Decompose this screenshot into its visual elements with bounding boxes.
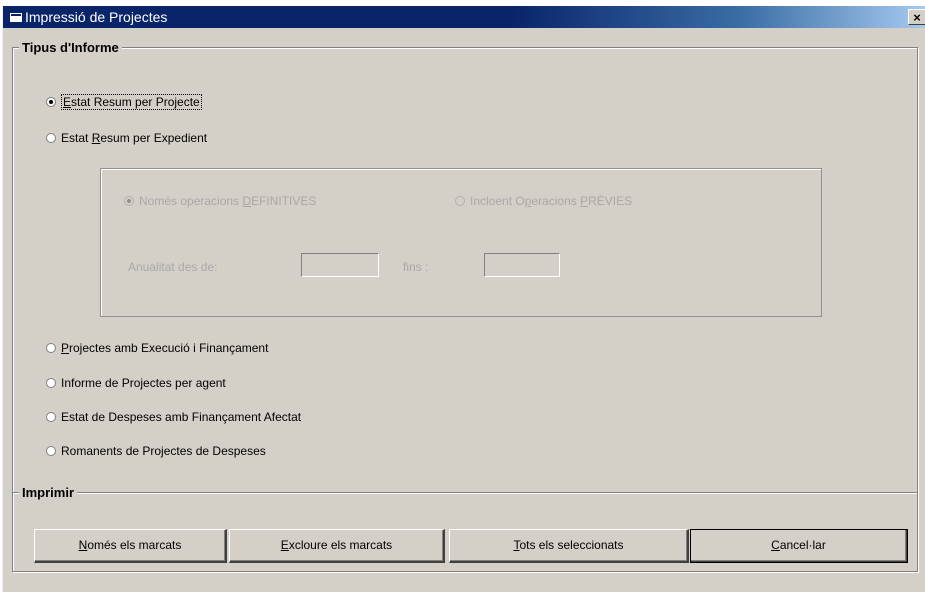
annuality-from-input[interactable]	[301, 253, 379, 277]
radio-definitive-operations[interactable]: Només operacions DEFINITIVES	[124, 194, 316, 208]
print-all-selected-button[interactable]: Tots els seleccionats	[449, 529, 689, 563]
radio-label: Estat de Despeses amb Finançament Afecta…	[61, 410, 302, 424]
radio-projects-execution-financing[interactable]: Projectes amb Execució i Finançament	[46, 341, 268, 355]
radio-label: Informe de Projectes per agent	[61, 376, 226, 390]
radio-label: Només operacions DEFINITIVES	[139, 194, 317, 208]
radio-button-icon[interactable]	[46, 97, 56, 107]
radio-button-icon[interactable]	[455, 196, 465, 206]
annuality-to-input[interactable]	[484, 253, 560, 277]
radio-label: Estat Resum per Projecte	[61, 94, 202, 110]
print-marked-button[interactable]: Només els marcats	[34, 529, 227, 563]
radio-label: Estat Resum per Expedient	[61, 131, 208, 145]
radio-label: Incloent Operacions PRÈVIES	[470, 194, 633, 208]
radio-label: Romanents de Projectes de Despeses	[61, 444, 266, 458]
radio-button-icon[interactable]	[124, 196, 134, 206]
radio-summary-by-file[interactable]: Estat Resum per Expedient	[46, 131, 207, 145]
radio-button-icon[interactable]	[46, 412, 56, 422]
print-projects-dialog: Impressió de Projectes × Tipus d'Informe…	[2, 6, 925, 592]
summary-options-panel	[100, 168, 822, 317]
radio-project-remnants[interactable]: Romanents de Projectes de Despeses	[46, 444, 266, 458]
radio-button-icon[interactable]	[46, 343, 56, 353]
radio-button-icon[interactable]	[46, 446, 56, 456]
radio-button-icon[interactable]	[46, 133, 56, 143]
report-type-legend: Tipus d'Informe	[19, 40, 122, 55]
app-icon	[9, 12, 23, 23]
exclude-marked-button[interactable]: Excloure els marcats	[229, 529, 445, 563]
radio-include-previous-operations[interactable]: Incloent Operacions PRÈVIES	[455, 194, 632, 208]
window-title: Impressió de Projectes	[25, 9, 168, 25]
radio-button-icon[interactable]	[46, 378, 56, 388]
close-icon[interactable]: ×	[908, 9, 925, 25]
radio-summary-by-project[interactable]: Estat Resum per Projecte	[46, 94, 202, 110]
annuality-from-label: Anualitat des de:	[128, 260, 218, 274]
radio-projects-by-agent[interactable]: Informe de Projectes per agent	[46, 376, 226, 390]
title-bar[interactable]: Impressió de Projectes ×	[3, 6, 925, 28]
radio-expenses-affected-financing[interactable]: Estat de Despeses amb Finançament Afecta…	[46, 410, 301, 424]
until-label: fins :	[403, 260, 429, 274]
print-legend: Imprimir	[19, 485, 78, 500]
radio-label: Projectes amb Execució i Finançament	[61, 341, 269, 355]
cancel-button[interactable]: Cancel·lar	[690, 529, 908, 563]
